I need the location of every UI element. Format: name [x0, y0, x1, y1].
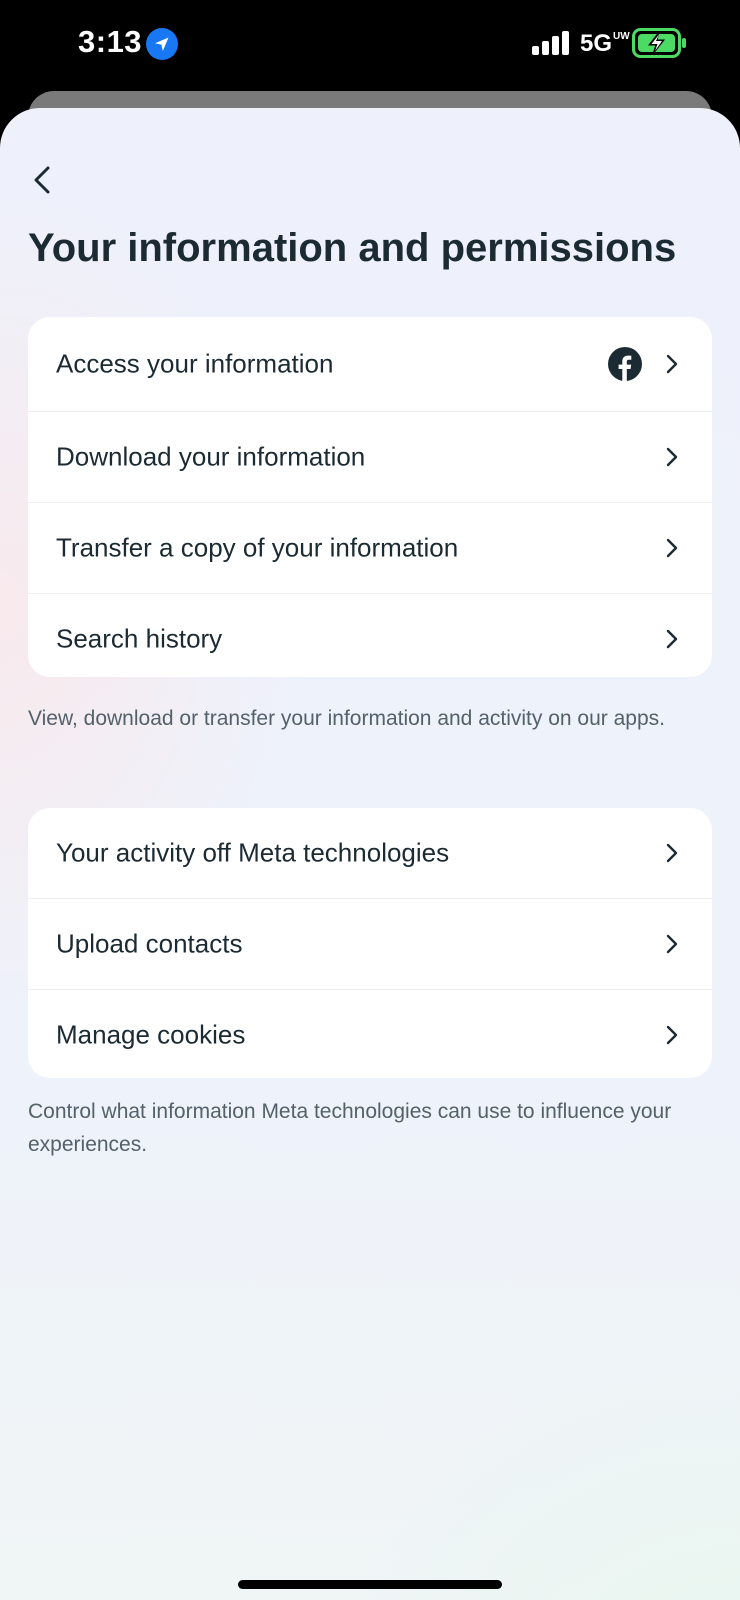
chevron-right-icon [666, 538, 678, 558]
manage-cookies-item[interactable]: Manage cookies [28, 990, 712, 1078]
list-item-label: Search history [56, 623, 223, 654]
chevron-right-icon [666, 1025, 678, 1045]
back-button[interactable] [26, 162, 62, 198]
network-type: 5G [580, 30, 613, 57]
status-bar: 3:13 5G UW [0, 0, 740, 90]
chevron-right-icon [666, 934, 678, 954]
information-section-card: Access your information Download your in… [28, 317, 712, 677]
access-your-information-item[interactable]: Access your information [28, 317, 712, 412]
location-arrow-icon [146, 28, 178, 60]
chevron-right-icon [666, 354, 678, 374]
activity-section-card: Your activity off Meta technologies Uplo… [28, 808, 712, 1078]
activity-off-meta-item[interactable]: Your activity off Meta technologies [28, 808, 712, 899]
list-item-label: Your activity off Meta technologies [56, 837, 450, 868]
chevron-right-icon [666, 629, 678, 649]
page-title: Your information and permissions [28, 226, 677, 270]
list-item-label: Manage cookies [56, 1019, 246, 1050]
battery-charging-icon [632, 28, 686, 58]
transfer-copy-item[interactable]: Transfer a copy of your information [28, 503, 712, 594]
chevron-right-icon [666, 447, 678, 467]
upload-contacts-item[interactable]: Upload contacts [28, 899, 712, 990]
facebook-icon [608, 347, 642, 381]
list-item-label: Upload contacts [56, 928, 243, 959]
network-label: 5G UW [580, 30, 630, 58]
download-your-information-item[interactable]: Download your information [28, 412, 712, 503]
settings-sheet: Your information and permissions Access … [0, 108, 740, 1600]
network-subtype: UW [613, 31, 630, 42]
status-time: 3:13 [78, 24, 143, 59]
information-section-caption: View, download or transfer your informat… [28, 707, 665, 730]
cellular-signal-icon [532, 31, 569, 55]
list-item-label: Download your information [56, 441, 366, 472]
activity-section-caption: Control what information Meta technologi… [28, 1100, 672, 1156]
list-item-label: Transfer a copy of your information [56, 532, 459, 563]
search-history-item[interactable]: Search history [28, 594, 712, 677]
chevron-right-icon [666, 843, 678, 863]
list-item-label: Access your information [56, 348, 334, 379]
home-indicator[interactable] [238, 1580, 502, 1589]
